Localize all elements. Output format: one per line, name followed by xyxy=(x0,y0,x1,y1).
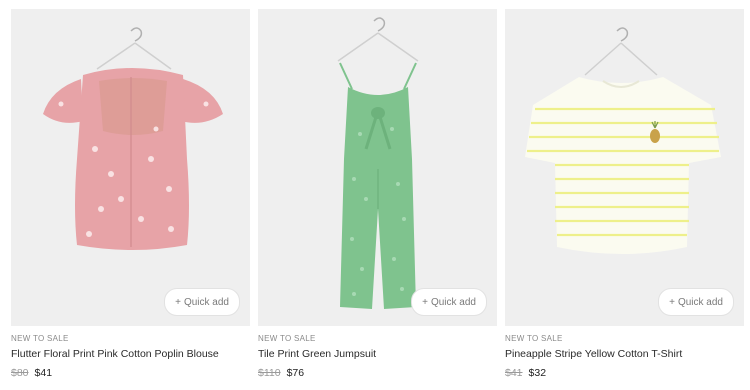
price-row: $110 $76 xyxy=(258,367,497,379)
original-price: $41 xyxy=(505,367,523,379)
product-name[interactable]: Pineapple Stripe Yellow Cotton T-Shirt xyxy=(505,348,744,360)
sale-tag: NEW TO SALE xyxy=(258,334,316,343)
plus-icon: + xyxy=(422,296,428,308)
plus-icon: + xyxy=(175,296,181,308)
sale-tag: NEW TO SALE xyxy=(505,334,563,343)
green-jumpsuit-illustration xyxy=(337,17,419,309)
sale-price: $32 xyxy=(528,367,547,379)
quick-add-label: Quick add xyxy=(430,296,476,308)
quick-add-button[interactable]: + Quick add xyxy=(411,288,487,316)
product-image[interactable]: + Quick add xyxy=(505,9,744,326)
product-name[interactable]: Tile Print Green Jumpsuit xyxy=(258,348,497,360)
product-image[interactable]: + Quick add xyxy=(11,9,250,326)
sale-price: $41 xyxy=(34,367,53,379)
pink-blouse-illustration xyxy=(43,27,223,250)
original-price: $110 xyxy=(258,367,281,379)
quick-add-label: Quick add xyxy=(677,296,723,308)
quick-add-label: Quick add xyxy=(183,296,229,308)
product-card[interactable]: + Quick add NEW TO SALE Tile Print Green… xyxy=(258,9,497,379)
original-price: $80 xyxy=(11,367,29,379)
plus-icon: + xyxy=(669,296,675,308)
price-row: $80 $41 xyxy=(11,367,250,379)
price-row: $41 $32 xyxy=(505,367,744,379)
sale-price: $76 xyxy=(286,367,305,379)
striped-tshirt-illustration xyxy=(525,27,721,254)
quick-add-button[interactable]: + Quick add xyxy=(658,288,734,316)
product-name[interactable]: Flutter Floral Print Pink Cotton Poplin … xyxy=(11,348,250,360)
quick-add-button[interactable]: + Quick add xyxy=(164,288,240,316)
product-grid: + Quick add NEW TO SALE Flutter Floral P… xyxy=(11,9,744,379)
sale-tag: NEW TO SALE xyxy=(11,334,69,343)
product-card[interactable]: + Quick add NEW TO SALE Pineapple Stripe… xyxy=(505,9,744,379)
product-image[interactable]: + Quick add xyxy=(258,9,497,326)
product-card[interactable]: + Quick add NEW TO SALE Flutter Floral P… xyxy=(11,9,250,379)
